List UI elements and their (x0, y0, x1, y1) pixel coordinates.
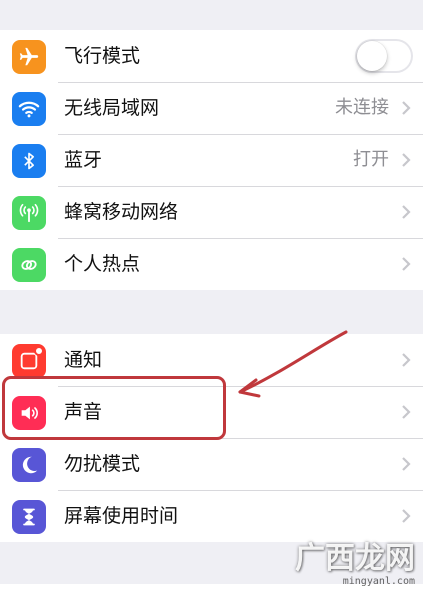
personal-hotspot-icon (12, 248, 46, 282)
airplane-icon (12, 40, 46, 74)
settings-row-label: 勿扰模式 (64, 453, 141, 475)
chevron-right-icon (402, 153, 411, 167)
settings-row-label: 蜂窝移动网络 (64, 201, 179, 223)
settings-row-cellular[interactable]: 蜂窝移动网络 (0, 186, 423, 238)
bluetooth-icon (12, 144, 46, 178)
bluetooth-status-value: 打开 (353, 149, 389, 170)
cellular-antenna-icon (12, 196, 46, 230)
chevron-right-icon (402, 205, 411, 219)
settings-row-label: 个人热点 (64, 253, 141, 275)
settings-row-do-not-disturb[interactable]: 勿扰模式 (0, 438, 423, 490)
watermark-url: mingyanl.com (342, 576, 415, 587)
watermark-title: 广西龙网 (295, 541, 415, 576)
watermark: 广西龙网 mingyanl.com (295, 542, 415, 588)
settings-row-label: 屏幕使用时间 (64, 505, 179, 527)
sounds-highlight-box (2, 376, 226, 440)
chevron-right-icon (402, 101, 411, 115)
connectivity-settings-group: 飞行模式 无线局域网 未连接 蓝牙 打开 蜂窝移动网络 个人热点 (0, 30, 423, 290)
notifications-icon (12, 344, 46, 378)
settings-row-screen-time[interactable]: 屏幕使用时间 (0, 490, 423, 542)
moon-icon (12, 448, 46, 482)
wifi-icon (12, 92, 46, 126)
settings-row-personal-hotspot[interactable]: 个人热点 (0, 238, 423, 290)
settings-row-label: 飞行模式 (64, 45, 141, 67)
annotation-arrow-icon (238, 330, 348, 398)
settings-screen: 飞行模式 无线局域网 未连接 蓝牙 打开 蜂窝移动网络 个人热点 通知 声音 勿… (0, 0, 423, 594)
wifi-status-value: 未连接 (335, 97, 389, 118)
settings-row-bluetooth[interactable]: 蓝牙 打开 (0, 134, 423, 186)
chevron-right-icon (402, 457, 411, 471)
chevron-right-icon (402, 353, 411, 367)
hourglass-icon (12, 500, 46, 534)
settings-row-label: 蓝牙 (64, 149, 103, 171)
settings-row-airplane-mode[interactable]: 飞行模式 (0, 30, 423, 82)
chevron-right-icon (402, 509, 411, 523)
airplane-mode-toggle[interactable] (355, 39, 413, 73)
settings-row-label: 无线局域网 (64, 97, 160, 119)
toggle-knob (357, 41, 387, 71)
notification-badge-dot (34, 346, 44, 356)
chevron-right-icon (402, 405, 411, 419)
chevron-right-icon (402, 257, 411, 271)
settings-row-wifi[interactable]: 无线局域网 未连接 (0, 82, 423, 134)
